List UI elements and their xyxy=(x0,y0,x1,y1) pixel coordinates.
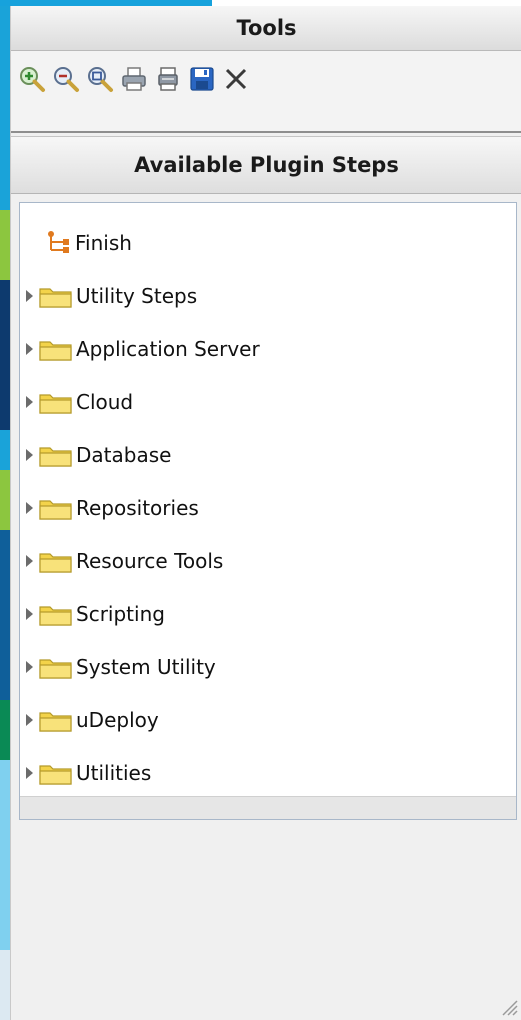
close-button[interactable] xyxy=(221,62,251,96)
tree-item-label: Repositories xyxy=(76,496,199,520)
tree-item-label: Cloud xyxy=(76,390,134,414)
panel-title: Tools xyxy=(11,6,521,51)
expand-arrow-icon[interactable] xyxy=(26,396,33,408)
zoom-in-button[interactable] xyxy=(17,62,47,96)
tree-item-utilities[interactable]: Utilities xyxy=(20,753,516,793)
expand-arrow-icon[interactable] xyxy=(26,608,33,620)
tree-item-label: System Utility xyxy=(76,655,216,679)
toolbar-separator xyxy=(11,107,521,133)
folder-icon xyxy=(39,659,72,679)
folder-icon xyxy=(39,341,72,361)
tree-item-system-utility[interactable]: System Utility xyxy=(20,647,516,687)
zoom-in-icon xyxy=(20,67,45,92)
folder-icon xyxy=(39,712,72,732)
tree-item-label: uDeploy xyxy=(76,708,159,732)
zoom-out-icon xyxy=(54,67,79,92)
tree-item-application-server[interactable]: Application Server xyxy=(20,329,516,369)
expand-arrow-icon[interactable] xyxy=(26,661,33,673)
tree-item-resource-tools[interactable]: Resource Tools xyxy=(20,541,516,581)
print-icon xyxy=(122,67,146,91)
tree-item-repositories[interactable]: Repositories xyxy=(20,488,516,528)
tree-item-scripting[interactable]: Scripting xyxy=(20,594,516,634)
folder-icon xyxy=(39,765,72,785)
folder-icon xyxy=(39,606,72,626)
tree-item-label: Utility Steps xyxy=(76,284,198,308)
save-icon xyxy=(190,67,214,91)
zoom-fit-icon xyxy=(88,67,113,92)
expand-arrow-icon[interactable] xyxy=(26,714,33,726)
tree-item-finish[interactable]: Finish xyxy=(20,223,516,263)
tree-item-label: Database xyxy=(76,443,172,467)
section-title: Available Plugin Steps xyxy=(11,136,521,194)
expand-arrow-icon[interactable] xyxy=(26,449,33,461)
expand-arrow-icon[interactable] xyxy=(26,290,33,302)
expand-arrow-icon[interactable] xyxy=(26,767,33,779)
print-preview-button[interactable] xyxy=(153,62,183,96)
close-icon xyxy=(225,68,247,90)
zoom-out-button[interactable] xyxy=(51,62,81,96)
tree-footer-bar xyxy=(20,796,516,819)
folder-icon xyxy=(39,447,72,467)
tree-item-udeploy[interactable]: uDeploy xyxy=(20,700,516,740)
plugin-steps-tree: Finish Utility Steps Application Server … xyxy=(19,202,517,820)
folder-icon xyxy=(39,500,72,520)
folder-icon xyxy=(39,394,72,414)
tree-item-cloud[interactable]: Cloud xyxy=(20,382,516,422)
folder-icon xyxy=(39,288,72,308)
finish-icon xyxy=(48,231,69,253)
expand-arrow-icon[interactable] xyxy=(26,555,33,567)
tree-item-label: Application Server xyxy=(76,337,260,361)
tree-item-label: Scripting xyxy=(76,602,165,626)
tree-item-label: Finish xyxy=(75,231,132,255)
zoom-fit-button[interactable] xyxy=(85,62,115,96)
save-button[interactable] xyxy=(187,62,217,96)
tree-item-utility-steps[interactable]: Utility Steps xyxy=(20,276,516,316)
toolbar xyxy=(11,51,521,107)
print-preview-icon xyxy=(158,67,178,91)
tree-item-label: Resource Tools xyxy=(76,549,224,573)
expand-arrow-icon[interactable] xyxy=(26,502,33,514)
tree-item-label: Utilities xyxy=(76,761,152,785)
folder-icon xyxy=(39,553,72,573)
tree-item-database[interactable]: Database xyxy=(20,435,516,475)
expand-arrow-icon[interactable] xyxy=(26,343,33,355)
print-button[interactable] xyxy=(119,62,149,96)
resize-grip-icon[interactable] xyxy=(500,998,518,1016)
tools-panel: Tools Available Plugin Steps Finish Util… xyxy=(10,6,521,1020)
